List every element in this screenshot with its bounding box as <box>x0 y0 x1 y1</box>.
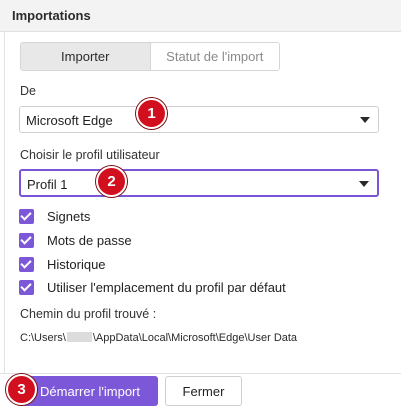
tab-import-status[interactable]: Statut de l'import <box>149 43 279 70</box>
dialog-titlebar: Importations <box>0 0 401 32</box>
option-passwords-label: Mots de passe <box>47 232 132 248</box>
option-bookmarks[interactable]: Signets <box>19 207 90 225</box>
annotation-marker-2: 2 <box>96 166 127 197</box>
dialog-title: Importations <box>12 8 91 23</box>
tab-importer[interactable]: Importer <box>21 43 150 70</box>
checkbox-checked-icon[interactable] <box>19 256 34 272</box>
chevron-down-icon <box>360 117 370 123</box>
option-default-profile-location-label: Utiliser l'emplacement du profil par déf… <box>47 279 286 295</box>
left-divider <box>4 32 5 373</box>
checkbox-checked-icon[interactable] <box>19 279 34 295</box>
redacted-username <box>66 332 92 342</box>
option-history-label: Historique <box>47 256 106 272</box>
option-passwords[interactable]: Mots de passe <box>19 231 132 249</box>
profile-path-suffix: \AppData\Local\Microsoft\Edge\User Data <box>92 332 298 344</box>
annotation-marker-1: 1 <box>136 98 167 129</box>
profile-value: Profil 1 <box>27 177 68 192</box>
start-import-button[interactable]: Démarrer l'import <box>22 376 158 406</box>
profile-path-label: Chemin du profil trouvé : <box>20 307 157 321</box>
source-browser-select[interactable]: Microsoft Edge <box>19 106 379 133</box>
close-button[interactable]: Fermer <box>165 376 242 406</box>
profile-path-prefix: C:\Users\ <box>20 332 66 344</box>
chevron-down-icon <box>359 181 369 187</box>
option-bookmarks-label: Signets <box>47 208 91 224</box>
checkbox-checked-icon[interactable] <box>19 208 34 224</box>
option-history[interactable]: Historique <box>19 255 106 273</box>
checkbox-checked-icon[interactable] <box>19 232 34 248</box>
option-default-profile-location[interactable]: Utiliser l'emplacement du profil par déf… <box>19 278 286 296</box>
profile-label: Choisir le profil utilisateur <box>20 148 160 162</box>
profile-path-value: C:\Users\ \AppData\Local\Microsoft\Edge\U… <box>20 332 297 344</box>
annotation-marker-3: 3 <box>6 374 37 405</box>
source-label: De <box>20 84 36 98</box>
profile-select[interactable]: Profil 1 <box>19 169 379 197</box>
mode-tabs: Importer Statut de l'import <box>20 42 280 71</box>
source-browser-value: Microsoft Edge <box>26 113 113 128</box>
